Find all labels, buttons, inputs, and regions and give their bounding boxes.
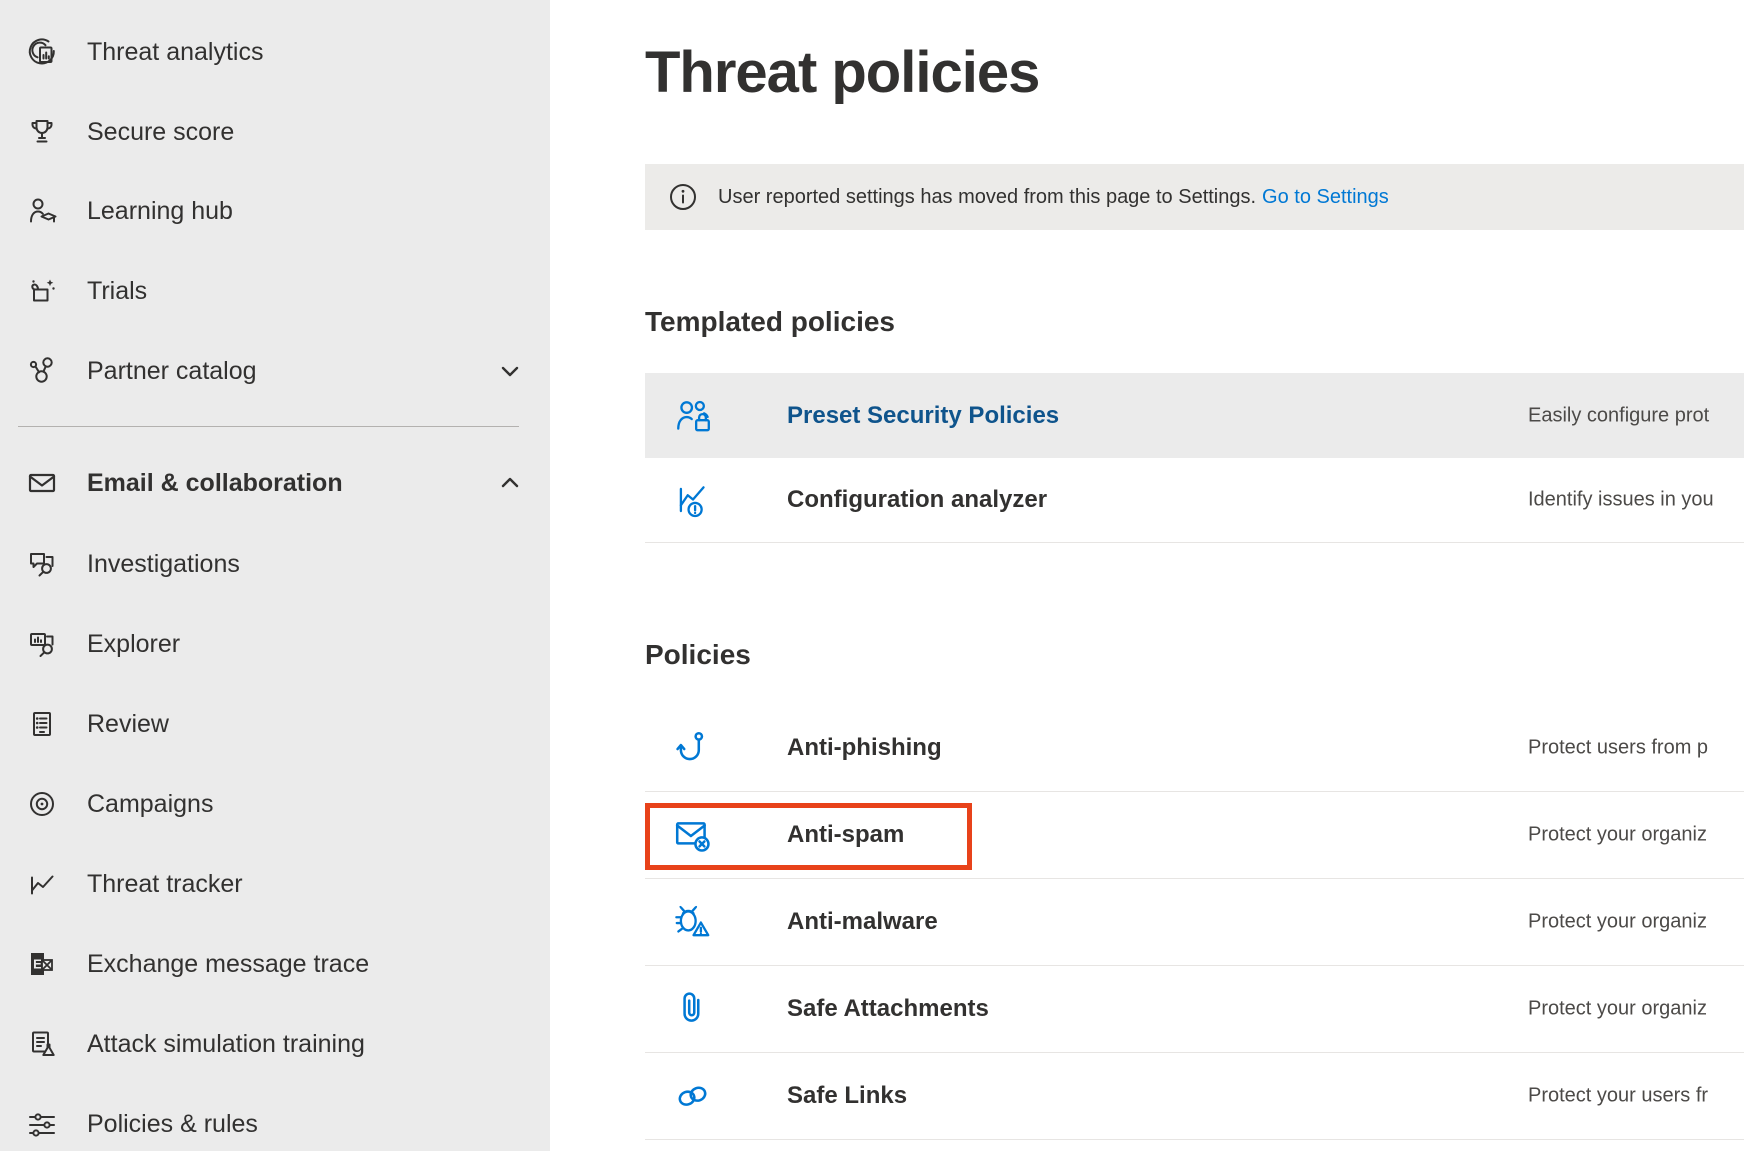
sidebar-item-label: Investigations [87, 550, 240, 579]
investigations-icon [24, 546, 60, 582]
sidebar-item-investigations[interactable]: Investigations [0, 524, 550, 604]
preset-security-icon [671, 394, 715, 438]
sidebar-item-trials[interactable]: Trials [0, 251, 550, 331]
left-navigation: Threat analytics Secure score Learning h… [0, 0, 550, 1151]
sidebar-item-label: Threat tracker [87, 870, 243, 899]
row-name[interactable]: Anti-malware [787, 908, 938, 936]
attack-simulation-icon [24, 1026, 60, 1062]
row-name[interactable]: Anti-spam [787, 821, 904, 849]
row-name[interactable]: Configuration analyzer [787, 486, 1047, 514]
row-description: Protect your organiz [1528, 911, 1707, 934]
row-description: Easily configure prot [1528, 404, 1709, 427]
row-safe-links[interactable]: Safe Links Protect your users fr [645, 1053, 1744, 1140]
sidebar-item-label: Secure score [87, 118, 234, 147]
sidebar-item-label: Policies & rules [87, 1110, 258, 1139]
banner-text: User reported settings has moved from th… [718, 186, 1256, 208]
sidebar-item-label: Attack simulation training [87, 1030, 365, 1059]
sidebar-item-campaigns[interactable]: Campaigns [0, 764, 550, 844]
campaigns-icon [24, 786, 60, 822]
sidebar-item-threat-tracker[interactable]: Threat tracker [0, 844, 550, 924]
sidebar-item-label: Trials [87, 277, 147, 306]
threat-analytics-icon [24, 34, 60, 70]
row-description: Protect users from p [1528, 737, 1708, 760]
sidebar-item-threat-analytics[interactable]: Threat analytics [0, 12, 550, 92]
safe-links-icon [671, 1074, 715, 1118]
row-description: Protect your users fr [1528, 1085, 1708, 1108]
configuration-analyzer-icon [671, 478, 715, 522]
svg-text:E: E [33, 957, 42, 972]
learning-hub-icon [24, 193, 60, 229]
chevron-up-icon[interactable] [496, 469, 524, 497]
row-name[interactable]: Safe Links [787, 1082, 907, 1110]
row-name[interactable]: Anti-phishing [787, 734, 942, 762]
banner-message: User reported settings has moved from th… [718, 186, 1389, 209]
section-heading-templated-policies: Templated policies [645, 306, 895, 338]
sidebar-item-review[interactable]: Review [0, 684, 550, 764]
row-name[interactable]: Preset Security Policies [787, 402, 1059, 430]
section-heading-policies: Policies [645, 639, 751, 671]
sidebar-item-exchange-message-trace[interactable]: E Exchange message trace [0, 924, 550, 1004]
chevron-down-icon[interactable] [496, 357, 524, 385]
info-banner: User reported settings has moved from th… [645, 164, 1744, 230]
row-configuration-analyzer[interactable]: Configuration analyzer Identify issues i… [645, 458, 1744, 543]
anti-spam-icon [671, 813, 715, 857]
sidebar-item-label: Exchange message trace [87, 950, 369, 979]
review-icon [24, 706, 60, 742]
sidebar-item-label: Email & collaboration [87, 469, 343, 498]
row-description: Protect your organiz [1528, 998, 1707, 1021]
sidebar-item-partner-catalog[interactable]: Partner catalog [0, 331, 550, 411]
row-anti-phishing[interactable]: Anti-phishing Protect users from p [645, 705, 1744, 792]
sidebar-item-email-collaboration[interactable]: Email & collaboration [0, 443, 550, 523]
policies-rules-icon [24, 1106, 60, 1142]
page-title: Threat policies [645, 40, 1039, 107]
row-preset-security-policies[interactable]: Preset Security Policies Easily configur… [645, 373, 1744, 458]
trials-icon [24, 273, 60, 309]
partner-catalog-icon [24, 353, 60, 389]
sidebar-divider [18, 426, 519, 427]
safe-attachments-icon [671, 987, 715, 1031]
info-icon [669, 183, 697, 211]
explorer-icon [24, 626, 60, 662]
row-description: Identify issues in you [1528, 489, 1714, 512]
anti-phishing-icon [671, 726, 715, 770]
sidebar-item-label: Explorer [87, 630, 180, 659]
sidebar-item-secure-score[interactable]: Secure score [0, 92, 550, 172]
threat-tracker-icon [24, 866, 60, 902]
sidebar-item-label: Campaigns [87, 790, 213, 819]
sidebar-item-label: Review [87, 710, 169, 739]
sidebar-item-explorer[interactable]: Explorer [0, 604, 550, 684]
row-anti-spam[interactable]: Anti-spam Protect your organiz [645, 792, 1744, 879]
sidebar-item-learning-hub[interactable]: Learning hub [0, 171, 550, 251]
trophy-icon [24, 114, 60, 150]
go-to-settings-link[interactable]: Go to Settings [1262, 186, 1389, 208]
anti-malware-icon [671, 900, 715, 944]
sidebar-item-label: Threat analytics [87, 38, 263, 67]
sidebar-item-label: Learning hub [87, 197, 233, 226]
email-icon [24, 465, 60, 501]
sidebar-item-attack-simulation-training[interactable]: Attack simulation training [0, 1004, 550, 1084]
row-safe-attachments[interactable]: Safe Attachments Protect your organiz [645, 966, 1744, 1053]
row-name[interactable]: Safe Attachments [787, 995, 989, 1023]
sidebar-item-policies-rules[interactable]: Policies & rules [0, 1084, 550, 1151]
row-description: Protect your organiz [1528, 824, 1707, 847]
sidebar-item-label: Partner catalog [87, 357, 257, 386]
exchange-icon: E [24, 946, 60, 982]
row-anti-malware[interactable]: Anti-malware Protect your organiz [645, 879, 1744, 966]
